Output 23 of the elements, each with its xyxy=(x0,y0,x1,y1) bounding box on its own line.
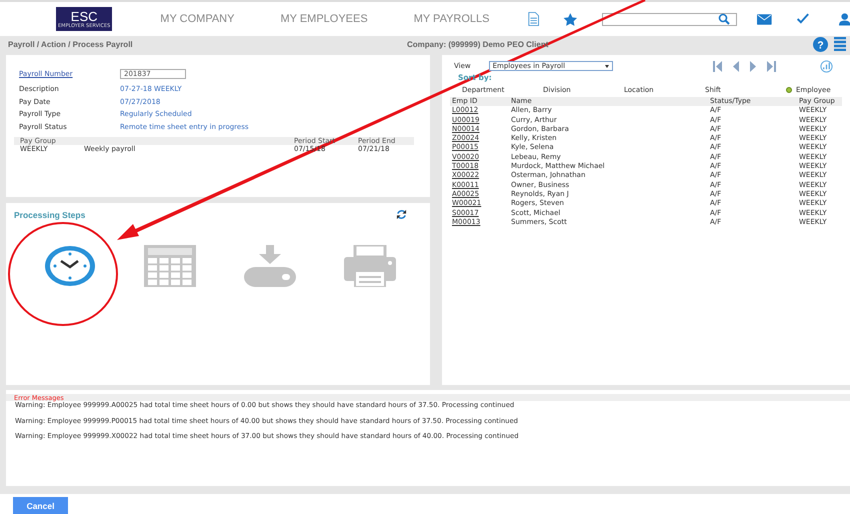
refresh-icon[interactable] xyxy=(396,209,407,220)
checkmark-icon[interactable] xyxy=(796,12,809,26)
mail-icon[interactable] xyxy=(757,12,772,26)
breadcrumb: Payroll / Action / Process Payroll xyxy=(8,40,134,48)
nav-link[interactable]: MY EMPLOYEES xyxy=(280,13,368,25)
help-icon[interactable]: ? xyxy=(813,36,828,52)
first-page-icon[interactable] xyxy=(712,60,723,72)
next-page-icon[interactable] xyxy=(748,60,757,72)
star-icon[interactable] xyxy=(562,10,578,28)
previous-page-icon[interactable] xyxy=(732,60,740,72)
nav-link[interactable]: MY PAYROLLS xyxy=(414,13,490,25)
company-name: Company: (999999) Demo PEO Client xyxy=(407,40,550,48)
search-field[interactable] xyxy=(602,12,738,26)
user-icon[interactable] xyxy=(838,11,850,27)
clock-icon[interactable] xyxy=(44,245,96,287)
list-icon[interactable] xyxy=(834,37,846,51)
search-icon[interactable] xyxy=(718,13,730,25)
logo-text: ESC xyxy=(70,10,98,22)
document-icon[interactable] xyxy=(528,10,539,28)
nav-link[interactable]: MY COMPANY xyxy=(160,13,234,25)
chart-icon[interactable] xyxy=(820,60,833,72)
last-page-icon[interactable] xyxy=(766,60,776,72)
panel-title: Processing Steps xyxy=(14,210,86,220)
